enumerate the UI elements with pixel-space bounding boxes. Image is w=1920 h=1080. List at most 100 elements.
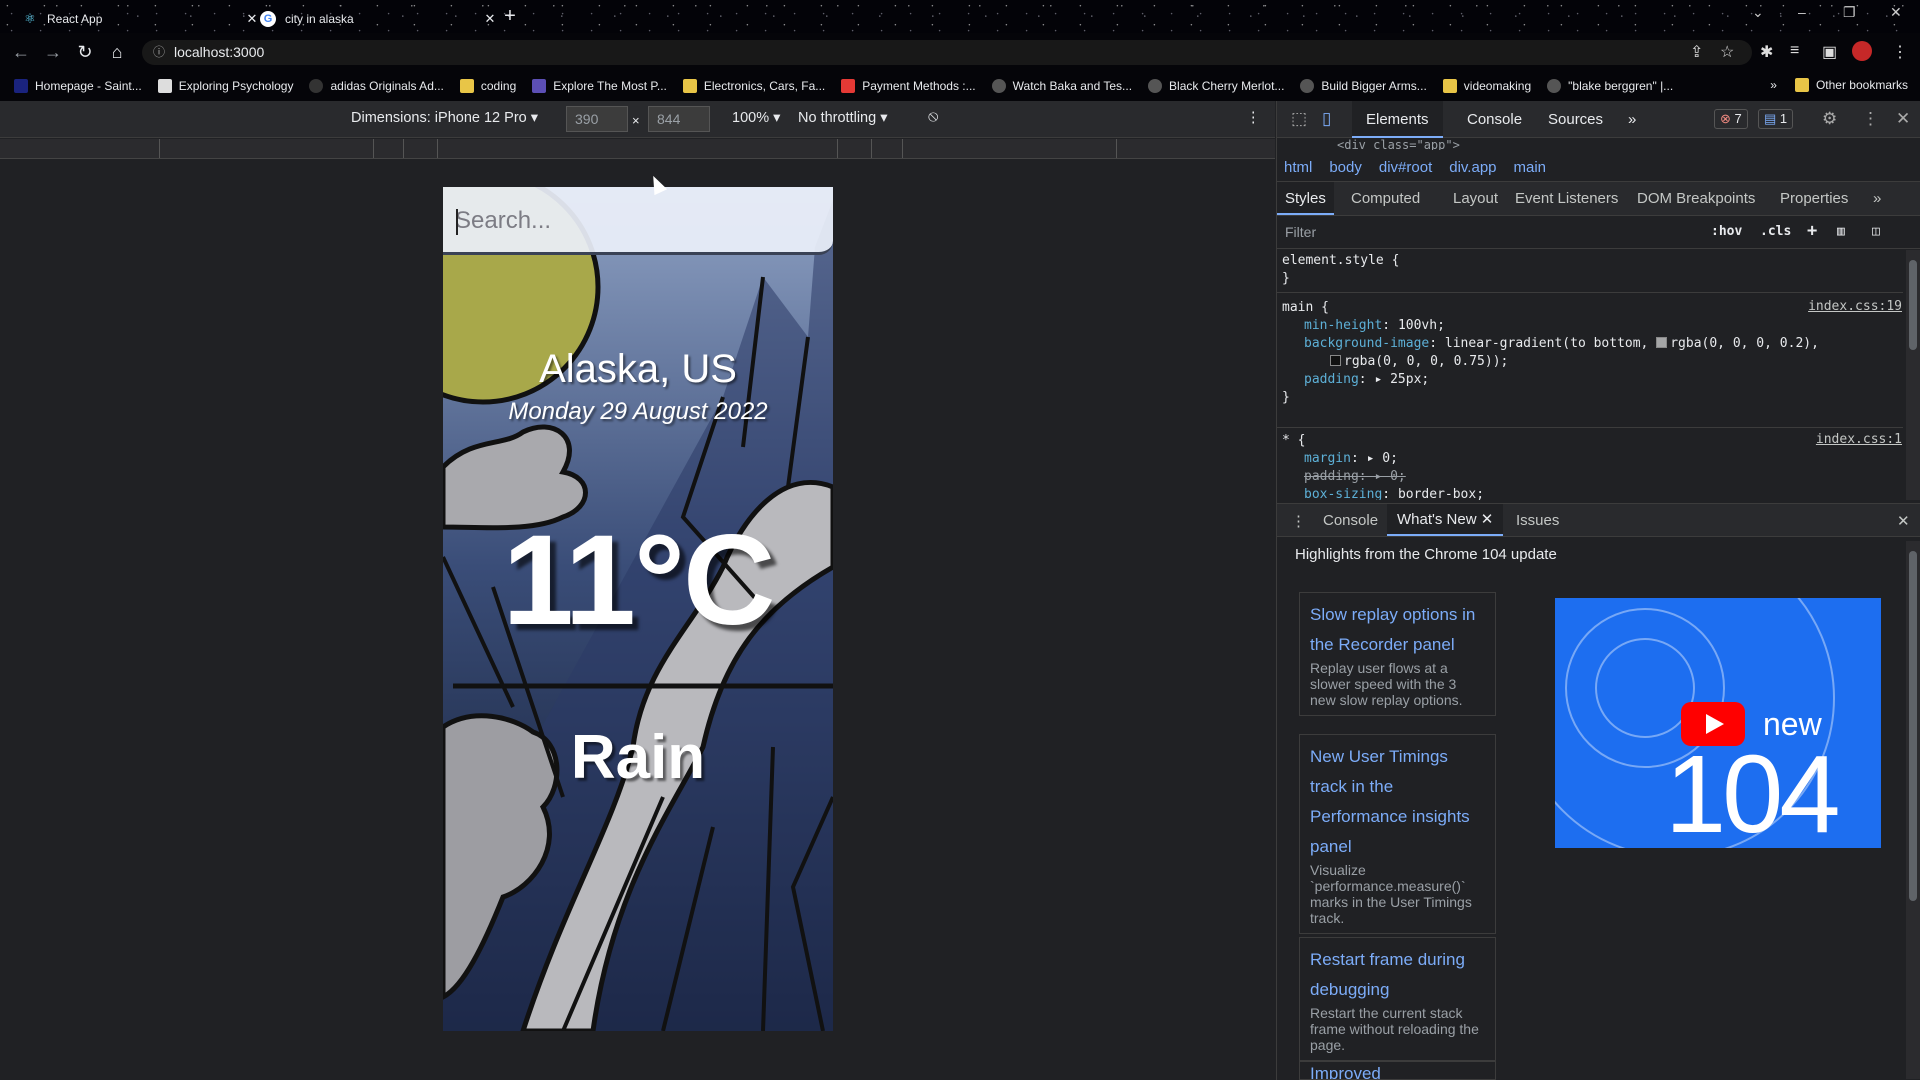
ruler-segment[interactable] (373, 139, 374, 158)
zoom-select[interactable]: 100% ▾ (732, 110, 780, 126)
site-info-icon[interactable]: ⓘ (153, 40, 165, 65)
ruler-segment[interactable] (871, 139, 872, 158)
close-devtools-icon[interactable]: ✕ (1896, 109, 1910, 129)
minimize-button[interactable]: – (1798, 4, 1806, 20)
messages-badge[interactable]: ▤ 1 (1758, 109, 1794, 129)
ruler-segment[interactable] (902, 139, 903, 158)
device-height-input[interactable]: 844 (648, 106, 710, 132)
search-input[interactable] (455, 205, 815, 237)
tab-search-icon[interactable]: ⌄ (1752, 4, 1764, 21)
card-title[interactable]: New User Timings track in the Performanc… (1310, 742, 1485, 862)
breadcrumb-root[interactable]: div#root (1379, 159, 1432, 176)
breadcrumb-html[interactable]: html (1284, 159, 1312, 176)
ruler-segment[interactable] (837, 139, 838, 158)
card-title[interactable]: Restart frame during debugging (1310, 945, 1485, 1005)
tab-elements[interactable]: Elements (1352, 101, 1443, 138)
paint-icon[interactable]: ▥ (1837, 224, 1845, 239)
side-panel-icon[interactable]: ▣ (1822, 42, 1837, 62)
chevron-right-icon[interactable]: » (1770, 78, 1777, 92)
drawer-scrollbar[interactable] (1906, 541, 1920, 1079)
inspect-element-icon[interactable]: ⬚ (1291, 109, 1307, 129)
scroll-thumb[interactable] (1909, 260, 1917, 350)
scroll-thumb[interactable] (1909, 551, 1917, 901)
breadcrumb-app[interactable]: div.app (1449, 159, 1496, 176)
universal-rule[interactable]: index.css:1 * { margin: ▸ 0; padding: ▸ … (1282, 432, 1902, 500)
class-toggle[interactable]: .cls (1760, 224, 1791, 239)
release-video-thumbnail[interactable]: new 104 (1555, 598, 1881, 848)
declaration[interactable]: margin: ▸ 0; (1282, 450, 1902, 468)
tab-event-listeners[interactable]: Event Listeners (1515, 190, 1618, 207)
drawer-tab-whats-new[interactable]: What's New ✕ (1387, 504, 1504, 536)
device-toggle-icon[interactable]: ▯ (1322, 109, 1331, 129)
card-title[interactable]: Improved (1310, 1062, 1485, 1079)
restore-button[interactable]: ❐ (1843, 4, 1856, 21)
settings-gear-icon[interactable]: ⚙ (1822, 109, 1837, 129)
throttling-select[interactable]: No throttling ▾ (798, 110, 888, 126)
declaration[interactable]: padding: ▸ 25px; (1282, 371, 1902, 389)
bookmark-item[interactable]: videomaking (1442, 79, 1531, 93)
tab-computed[interactable]: Computed (1351, 190, 1420, 207)
declaration[interactable]: box-sizing: border-box; (1282, 486, 1902, 500)
whats-new-card[interactable]: Improved (1299, 1061, 1496, 1080)
color-swatch[interactable] (1656, 337, 1668, 348)
drawer-tab-issues[interactable]: Issues (1516, 512, 1559, 529)
declaration[interactable]: min-height: 100vh; (1282, 317, 1902, 335)
other-bookmarks[interactable]: » Other bookmarks (1770, 78, 1908, 92)
drawer-tab-console[interactable]: Console (1323, 512, 1378, 529)
device-menu-icon[interactable]: ⋮ (1246, 110, 1261, 126)
element-style-rule[interactable]: element.style { } (1282, 252, 1902, 288)
errors-badge[interactable]: ⊗ 7 (1714, 109, 1748, 129)
ruler-segment[interactable] (1116, 139, 1117, 158)
media-icon[interactable]: ≡ (1790, 42, 1799, 60)
overridden-declaration[interactable]: padding: ▸ 0; (1282, 468, 1902, 486)
avatar[interactable] (1852, 41, 1872, 61)
filter-input[interactable]: Filter (1285, 224, 1316, 240)
declaration[interactable]: background-image: linear-gradient(to bot… (1282, 335, 1902, 353)
tab-properties[interactable]: Properties (1780, 190, 1848, 207)
reload-icon[interactable]: ↻ (74, 41, 96, 63)
tab-layout[interactable]: Layout (1453, 190, 1498, 207)
bookmark-item[interactable]: Black Cherry Merlot... (1148, 79, 1284, 93)
bookmark-item[interactable]: Exploring Psychology (157, 79, 293, 93)
more-tabs-icon[interactable]: » (1628, 111, 1636, 128)
styles-scrollbar[interactable] (1906, 250, 1920, 500)
ruler-segment[interactable] (403, 139, 404, 158)
bookmark-item[interactable]: Explore The Most P... (532, 79, 667, 93)
main-rule[interactable]: index.css:19 main { min-height: 100vh; b… (1282, 299, 1902, 407)
ruler-segment[interactable] (437, 139, 438, 158)
close-window-button[interactable]: ✕ (1890, 4, 1902, 21)
source-link[interactable]: index.css:1 (1816, 432, 1902, 447)
browser-tab-city-in-alaska[interactable]: G city in alaska ✕ (250, 5, 508, 33)
close-tab-icon[interactable]: ✕ (1481, 511, 1494, 528)
sidebar-toggle-icon[interactable]: ◫ (1872, 224, 1880, 239)
rotate-icon[interactable]: ⦸ (928, 108, 938, 126)
bookmark-star-icon[interactable]: ☆ (1720, 42, 1734, 62)
bookmark-item[interactable]: "blake berggren" |... (1547, 79, 1673, 93)
close-tab-icon[interactable]: ✕ (482, 11, 498, 27)
bookmark-item[interactable]: Homepage - Saint... (14, 79, 142, 93)
source-link[interactable]: index.css:19 (1808, 299, 1902, 314)
whats-new-card[interactable]: Restart frame during debugging Restart t… (1299, 937, 1496, 1061)
whats-new-card[interactable]: New User Timings track in the Performanc… (1299, 734, 1496, 934)
ruler-segment[interactable] (159, 139, 160, 158)
hover-state-toggle[interactable]: :hov (1711, 224, 1742, 239)
tab-dom-breakpoints[interactable]: DOM Breakpoints (1637, 190, 1755, 207)
tab-styles[interactable]: Styles (1277, 182, 1334, 215)
share-icon[interactable]: ⇪ (1690, 42, 1703, 62)
bookmark-item[interactable]: Payment Methods :... (841, 79, 976, 93)
bookmark-item[interactable]: Build Bigger Arms... (1300, 79, 1427, 93)
whats-new-card[interactable]: Slow replay options in the Recorder pane… (1299, 592, 1496, 716)
tab-sources[interactable]: Sources (1548, 111, 1603, 128)
devtools-menu-icon[interactable]: ⋮ (1862, 109, 1879, 129)
address-bar[interactable]: ⓘ localhost:3000 (142, 40, 1752, 65)
close-drawer-icon[interactable]: ✕ (1897, 512, 1910, 530)
card-title[interactable]: Slow replay options in the Recorder pane… (1310, 600, 1485, 660)
bookmark-item[interactable]: Watch Baka and Tes... (991, 79, 1132, 93)
forward-icon[interactable]: → (42, 41, 64, 63)
new-rule-icon[interactable]: + (1807, 221, 1817, 241)
menu-icon[interactable]: ⋮ (1892, 42, 1908, 62)
device-width-input[interactable]: 390 (566, 106, 628, 132)
home-icon[interactable]: ⌂ (106, 41, 128, 63)
bookmark-item[interactable]: Electronics, Cars, Fa... (682, 79, 825, 93)
extensions-icon[interactable]: ✱ (1760, 42, 1773, 62)
